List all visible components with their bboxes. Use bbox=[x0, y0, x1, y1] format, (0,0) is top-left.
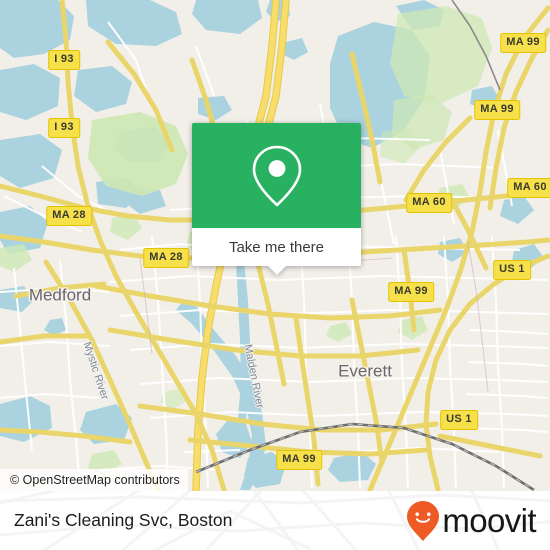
road-shield: US 1 bbox=[493, 260, 531, 280]
location-popup-card[interactable]: Take me there bbox=[192, 123, 361, 275]
popup-footer[interactable]: Take me there bbox=[192, 228, 361, 275]
road-shield: MA 28 bbox=[46, 206, 92, 226]
road-shield: MA 99 bbox=[276, 450, 322, 470]
map-canvas[interactable]: I 93 I 93 MA 28 MA 28 MA 99 MA 99 MA 60 … bbox=[0, 0, 550, 491]
popup-pointer-tail bbox=[267, 266, 286, 275]
road-shield: MA 60 bbox=[406, 193, 452, 213]
moovit-wordmark: moovit bbox=[442, 502, 536, 539]
map-page: I 93 I 93 MA 28 MA 28 MA 99 MA 99 MA 60 … bbox=[0, 0, 550, 550]
place-title: Zani's Cleaning Svc, Boston bbox=[14, 509, 233, 530]
footer-content: Zani's Cleaning Svc, Boston moovit bbox=[0, 491, 550, 550]
location-pin-icon bbox=[252, 145, 301, 206]
attribution-text: © OpenStreetMap contributors bbox=[10, 473, 180, 487]
take-me-there-label: Take me there bbox=[228, 238, 325, 256]
moovit-pin-icon bbox=[407, 500, 440, 541]
moovit-brand[interactable]: moovit bbox=[406, 500, 537, 542]
place-label-medford: Medford bbox=[28, 285, 92, 305]
road-shield: MA 99 bbox=[388, 282, 434, 302]
road-shield: MA 99 bbox=[500, 33, 546, 53]
road-shield: I 93 bbox=[48, 50, 80, 70]
place-label-everett: Everett bbox=[338, 361, 392, 381]
popup-header bbox=[192, 123, 361, 228]
osm-attribution[interactable]: © OpenStreetMap contributors bbox=[0, 469, 188, 491]
road-shield: MA 99 bbox=[474, 100, 520, 120]
road-shield: I 93 bbox=[48, 118, 80, 138]
page-footer: Zani's Cleaning Svc, Boston moovit bbox=[0, 491, 550, 550]
road-shield: MA 60 bbox=[507, 178, 550, 198]
road-shield: MA 28 bbox=[143, 248, 189, 268]
road-shield: US 1 bbox=[440, 410, 478, 430]
